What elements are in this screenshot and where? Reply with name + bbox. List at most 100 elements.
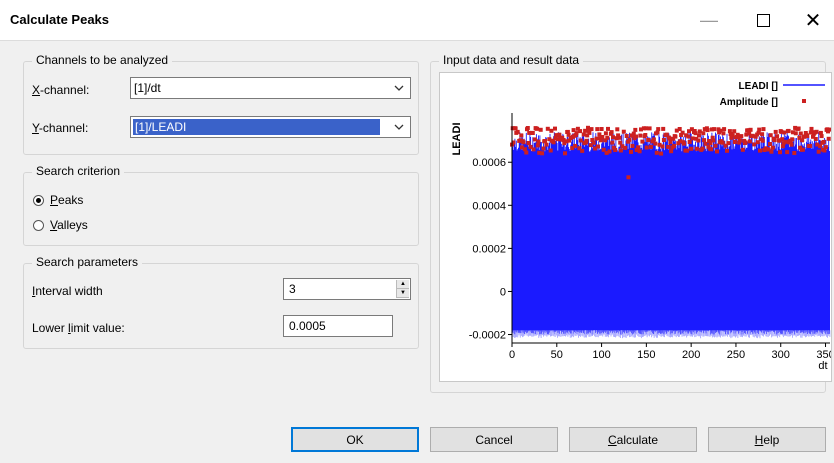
radio-selected-icon [33, 194, 44, 206]
minimize-button[interactable]: — [686, 0, 732, 40]
amplitude-point [536, 139, 541, 144]
amplitude-point [551, 140, 556, 145]
search-params-title: Search parameters [32, 255, 143, 269]
minimize-icon: — [700, 9, 718, 30]
ok-button[interactable]: OK [291, 427, 419, 452]
amplitude-point [540, 151, 545, 156]
amplitude-point [629, 149, 633, 154]
amplitude-point [689, 146, 694, 151]
amplitude-point [755, 140, 760, 145]
interval-width-spinner[interactable]: 3 ▲ ▼ [283, 278, 411, 300]
ok-label: OK [346, 432, 364, 447]
amplitude-point [638, 133, 643, 138]
x-channel-value: [1]/dt [134, 81, 161, 95]
help-button[interactable]: Help [708, 427, 826, 452]
amplitude-point [624, 134, 629, 138]
amplitude-point [606, 126, 610, 131]
y-tick-label: -0.0002 [469, 330, 506, 342]
amplitude-point [743, 140, 748, 145]
amplitude-point [783, 139, 788, 144]
amplitude-point [574, 131, 579, 136]
amplitude-point [773, 129, 778, 134]
search-criterion-title: Search criterion [32, 164, 125, 178]
amplitude-point [789, 142, 794, 147]
help-label: Help [754, 432, 780, 447]
spin-down-icon[interactable]: ▼ [397, 289, 409, 298]
amplitude-point [618, 140, 623, 145]
chevron-down-icon[interactable] [388, 117, 410, 137]
amplitude-point [768, 142, 772, 146]
amplitude-point [647, 126, 652, 131]
amplitude-point-outlier [626, 175, 631, 180]
amplitude-point [732, 129, 737, 134]
y-channel-value: [1]/LEADI [133, 119, 380, 135]
amplitude-point [646, 138, 651, 142]
x-channel-select[interactable]: [1]/dt [130, 77, 411, 99]
close-button[interactable]: ✕ [790, 0, 834, 40]
amplitude-point [653, 141, 658, 146]
amplitude-point [826, 136, 831, 141]
amplitude-point [769, 149, 774, 154]
amplitude-point [541, 146, 546, 151]
amplitude-point [599, 127, 604, 131]
amplitude-point [697, 129, 702, 134]
spin-buttons[interactable]: ▲ ▼ [396, 280, 409, 298]
valleys-radio[interactable]: Valleys [33, 218, 88, 232]
peaks-radio[interactable]: Peaks [33, 193, 83, 207]
x-channel-label: X-channel: [32, 83, 90, 97]
amplitude-point [711, 138, 716, 143]
amplitude-point [673, 134, 678, 139]
amplitude-point [538, 127, 543, 132]
x-tick-label: 150 [637, 349, 655, 361]
amplitude-point [578, 129, 583, 134]
channels-group: Channels to be analyzed [23, 53, 419, 155]
amplitude-point [822, 148, 827, 153]
interval-width-label: Interval width [32, 284, 103, 298]
spin-up-icon[interactable]: ▲ [397, 280, 409, 289]
calculate-button[interactable]: Calculate [569, 427, 697, 452]
amplitude-point [700, 146, 705, 151]
amplitude-point [760, 132, 765, 137]
amplitude-point [805, 134, 810, 138]
x-tick-label: 0 [509, 349, 515, 361]
amplitude-point [758, 148, 762, 153]
amplitude-point [623, 145, 628, 150]
amplitude-point [595, 127, 600, 132]
amplitude-point [584, 138, 589, 143]
amplitude-point [513, 126, 518, 131]
window-title: Calculate Peaks [10, 12, 110, 27]
x-tick-label: 300 [772, 349, 790, 361]
amplitude-point [611, 135, 615, 140]
amplitude-point [617, 135, 622, 140]
amplitude-point [656, 127, 661, 132]
amplitude-point [792, 151, 797, 155]
amplitude-point [591, 140, 596, 145]
amplitude-point [690, 136, 695, 141]
amplitude-point [696, 138, 701, 143]
maximize-button[interactable] [740, 0, 786, 40]
y-channel-select[interactable]: [1]/LEADI [130, 116, 411, 138]
amplitude-point [654, 150, 659, 155]
amplitude-point [697, 133, 701, 138]
amplitude-point [667, 136, 672, 141]
amplitude-point [535, 143, 540, 148]
lower-limit-input[interactable]: 0.0005 [283, 315, 393, 337]
amplitude-point [524, 150, 529, 155]
cancel-button[interactable]: Cancel [430, 427, 558, 452]
valleys-label: Valleys [50, 218, 88, 232]
amplitude-point [610, 140, 615, 145]
chart-panel: 0.0006 0.0004 0.0002 0 -0.0002 0 50 100 150 200 25… [439, 72, 834, 382]
amplitude-point [726, 141, 731, 146]
amplitude-point [596, 144, 600, 149]
amplitude-point [621, 129, 626, 134]
amplitude-point [686, 134, 691, 139]
amplitude-point [800, 138, 805, 143]
amplitude-point [680, 130, 685, 135]
chevron-down-icon[interactable] [388, 78, 410, 98]
amplitude-point [531, 147, 536, 152]
amplitude-point [827, 127, 832, 132]
amplitude-point [796, 126, 801, 131]
amplitude-point [682, 141, 686, 146]
close-icon: ✕ [804, 9, 822, 32]
amplitude-point [677, 127, 682, 131]
